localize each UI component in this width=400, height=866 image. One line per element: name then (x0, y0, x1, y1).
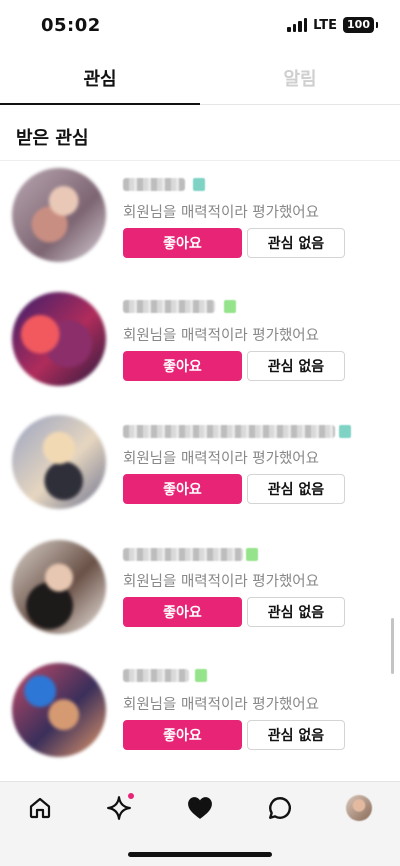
list-item: 회원님을 매력적이라 평가했어요 좋아요 관심 없음 (0, 284, 400, 407)
description-text: 회원님을 매력적이라 평가했어요 (123, 328, 319, 344)
list-item: 회원님을 매력적이라 평가했어요 좋아요 관심 없음 (0, 407, 400, 530)
badge-icon (339, 425, 351, 438)
list-item: 회원님을 매력적이라 평가했어요 좋아요 관심 없음 (0, 161, 400, 284)
not-interested-button[interactable]: 관심 없음 (247, 474, 345, 504)
blurred-name (123, 669, 189, 682)
like-button[interactable]: 좋아요 (123, 228, 242, 258)
list-item: 회원님을 매력적이라 평가했어요 좋아요 관심 없음 (0, 530, 400, 653)
status-indicators: LTE 100 (287, 17, 378, 33)
like-button[interactable]: 좋아요 (123, 474, 242, 504)
description-text: 회원님을 매력적이라 평가했어요 (123, 574, 319, 590)
section-title: 받은 관심 (16, 128, 89, 149)
like-button[interactable]: 좋아요 (123, 597, 242, 627)
signal-icon (287, 18, 308, 32)
list-item: 회원님을 매력적이라 평가했어요 좋아요 관심 없음 (0, 653, 400, 776)
avatar[interactable] (12, 292, 106, 386)
profile-avatar[interactable] (346, 795, 372, 821)
blurred-name (123, 548, 243, 561)
sparkle-icon[interactable] (106, 793, 134, 821)
home-indicator (128, 852, 272, 857)
status-time: 05:02 (41, 15, 101, 36)
badge-icon (224, 300, 236, 313)
avatar[interactable] (12, 540, 106, 634)
status-bar: 05:02 LTE 100 (0, 0, 400, 52)
like-button[interactable]: 좋아요 (123, 351, 242, 381)
description-text: 회원님을 매력적이라 평가했어요 (123, 697, 319, 713)
scrollbar[interactable] (391, 618, 394, 674)
avatar[interactable] (12, 168, 106, 262)
like-button[interactable]: 좋아요 (123, 720, 242, 750)
badge-icon (195, 669, 207, 682)
tab-bar: 관심 알림 (0, 52, 400, 105)
tab-notifications[interactable]: 알림 (200, 52, 400, 104)
interest-list: 회원님을 매력적이라 평가했어요 좋아요 관심 없음 회원님을 매력적이라 평가… (0, 161, 400, 781)
not-interested-button[interactable]: 관심 없음 (247, 228, 345, 258)
blurred-name (123, 300, 215, 313)
description-text: 회원님을 매력적이라 평가했어요 (123, 451, 319, 467)
chat-icon[interactable] (267, 795, 293, 821)
home-icon[interactable] (27, 795, 53, 821)
not-interested-button[interactable]: 관심 없음 (247, 720, 345, 750)
heart-icon[interactable] (187, 795, 213, 821)
description-text: 회원님을 매력적이라 평가했어요 (123, 205, 319, 221)
battery-icon: 100 (343, 17, 378, 33)
network-label: LTE (313, 17, 338, 33)
blurred-name (123, 425, 335, 438)
badge-icon (193, 178, 205, 191)
notification-dot (128, 793, 134, 799)
tab-interest[interactable]: 관심 (0, 52, 200, 105)
not-interested-button[interactable]: 관심 없음 (247, 597, 345, 627)
badge-icon (246, 548, 258, 561)
not-interested-button[interactable]: 관심 없음 (247, 351, 345, 381)
avatar[interactable] (12, 663, 106, 757)
avatar[interactable] (12, 415, 106, 509)
blurred-name (123, 178, 185, 191)
